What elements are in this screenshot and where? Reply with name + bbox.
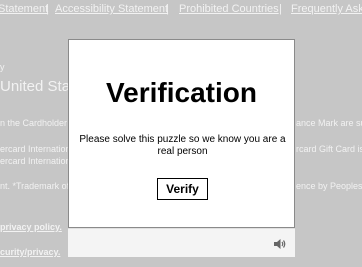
faq-link[interactable]: Frequently Aske <box>291 1 362 17</box>
verification-modal: Verification Please solve this puzzle so… <box>68 39 295 228</box>
link-separator: | <box>166 3 169 15</box>
legal-text: ercard Internation <box>0 156 68 166</box>
legal-text: nt. *Trademark of <box>0 181 68 191</box>
verify-button[interactable]: Verify <box>157 178 208 200</box>
statement-link[interactable]: Statement <box>0 1 48 17</box>
privacy-policy-link[interactable]: privacy policy. <box>0 222 68 232</box>
security-privacy-link[interactable]: curity/privacy. <box>0 247 68 257</box>
speaker-icon[interactable] <box>273 237 287 249</box>
prohibited-countries-link[interactable]: Prohibited Countries <box>179 1 279 17</box>
link-separator: | <box>279 3 282 15</box>
accessibility-statement-link[interactable]: Accessibility Statement <box>55 1 168 17</box>
legal-text: n the Cardholder <box>0 118 68 128</box>
legal-text: ercard International <box>0 144 68 154</box>
legal-text: rcard Gift Card is <box>296 144 362 154</box>
modal-message: Please solve this puzzle so we know you … <box>79 134 286 157</box>
country-label: y <box>0 62 5 72</box>
legal-text: ence by Peoples <box>296 181 362 191</box>
footer-links: Statement | Accessibility Statement | Pr… <box>0 0 362 18</box>
modal-title: Verification <box>106 77 257 108</box>
link-separator: | <box>46 3 49 15</box>
captcha-footer <box>68 228 295 257</box>
legal-text: ance Mark are su <box>296 118 362 128</box>
